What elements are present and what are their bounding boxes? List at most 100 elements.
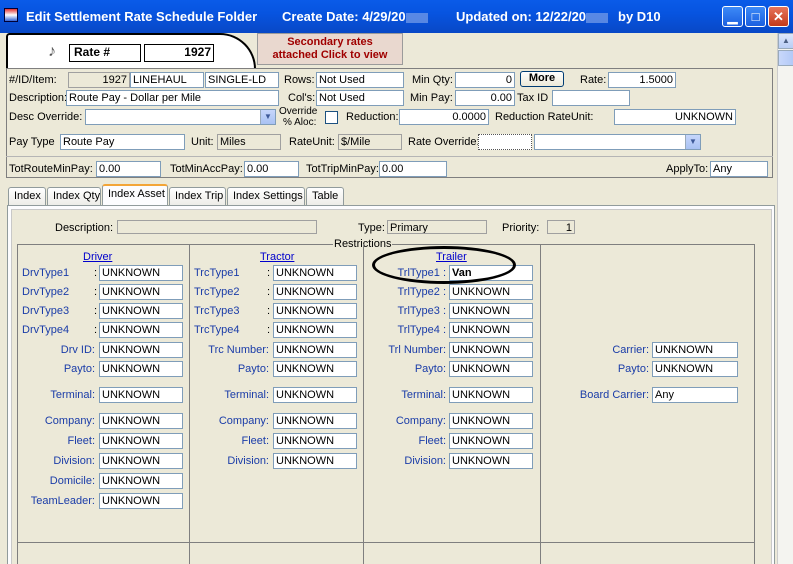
override-aloc-checkbox[interactable] [325, 111, 338, 124]
tab-index-asset[interactable]: Index Asset [102, 184, 168, 206]
maximize-button[interactable]: □ [745, 6, 766, 27]
trc-type1-label: TrcType1 [194, 267, 240, 279]
override-label-line1: Override [279, 106, 318, 117]
tab-table[interactable]: Table [306, 187, 344, 206]
apply-to-label: ApplyTo: [666, 163, 709, 175]
carrier-payto-field[interactable]: UNKNOWN [652, 361, 738, 377]
drv-company-field[interactable]: UNKNOWN [99, 413, 183, 429]
secondary-rates-line2: attached Click to view [272, 49, 388, 61]
tot-min-acc-pay-field[interactable]: 0.00 [244, 161, 299, 177]
restrictions-frame-top-left [17, 244, 333, 245]
title-bar[interactable]: Edit Settlement Rate Schedule Folder Cre… [0, 0, 793, 33]
trl-terminal-field[interactable]: UNKNOWN [449, 387, 533, 403]
drv-teamleader-field[interactable]: UNKNOWN [99, 493, 183, 509]
scroll-up-arrow-icon[interactable]: ▲ [778, 33, 793, 49]
drv-type2-field[interactable]: UNKNOWN [99, 284, 183, 300]
drv-terminal-label: Terminal: [50, 389, 95, 401]
trc-number-field[interactable]: UNKNOWN [273, 342, 357, 358]
min-qty-field[interactable]: 0 [455, 72, 515, 88]
close-button[interactable]: ✕ [768, 6, 789, 27]
trc-type2-field[interactable]: UNKNOWN [273, 284, 357, 300]
restrictions-frame-top-right [392, 244, 754, 245]
minimize-button[interactable]: ▁ [722, 6, 743, 27]
drv-type3-field[interactable]: UNKNOWN [99, 303, 183, 319]
unit-label: Unit: [191, 136, 214, 148]
trc-payto-field[interactable]: UNKNOWN [273, 361, 357, 377]
tax-id-field[interactable] [552, 90, 630, 106]
id-number-field: 1927 [68, 72, 130, 88]
tot-trip-min-pay-field[interactable]: 0.00 [379, 161, 447, 177]
carrier-field[interactable]: UNKNOWN [652, 342, 738, 358]
trc-type1-field[interactable]: UNKNOWN [273, 265, 357, 281]
trl-type2-field[interactable]: UNKNOWN [449, 284, 533, 300]
rate-override-field[interactable] [478, 134, 532, 150]
trc-fleet-field[interactable]: UNKNOWN [273, 433, 357, 449]
drv-id-field[interactable]: UNKNOWN [99, 342, 183, 358]
item-field[interactable]: SINGLE-LD [205, 72, 279, 88]
trc-terminal-field[interactable]: UNKNOWN [273, 387, 357, 403]
override-aloc-label: Override% Aloc: [279, 106, 317, 128]
trl-payto-field[interactable]: UNKNOWN [449, 361, 533, 377]
cols-field[interactable]: Not Used [316, 90, 404, 106]
trc-type1-sep: : [267, 267, 271, 279]
drv-type1-field[interactable]: UNKNOWN [99, 265, 183, 281]
trc-payto-label: Payto: [237, 363, 269, 375]
trc-type3-field[interactable]: UNKNOWN [273, 303, 357, 319]
more-button[interactable]: More [520, 71, 564, 87]
tot-route-min-pay-field[interactable]: 0.00 [96, 161, 161, 177]
scroll-thumb[interactable] [778, 50, 793, 66]
pay-type-field[interactable]: Route Pay [60, 134, 185, 150]
chevron-down-icon[interactable]: ▼ [260, 110, 275, 124]
trl-number-label: Trl Number: [388, 344, 446, 356]
min-pay-field[interactable]: 0.00 [455, 90, 515, 106]
drv-fleet-field[interactable]: UNKNOWN [99, 433, 183, 449]
drv-domicile-field[interactable]: UNKNOWN [99, 473, 183, 489]
tab-index[interactable]: Index [8, 187, 46, 206]
divider [6, 156, 773, 157]
drv-terminal-field[interactable]: UNKNOWN [99, 387, 183, 403]
trl-type4-field[interactable]: UNKNOWN [449, 322, 533, 338]
app-icon[interactable] [4, 8, 18, 22]
tot-trip-min-pay-label: TotTripMinPay: [306, 163, 379, 175]
chevron-down-icon[interactable]: ▼ [685, 135, 700, 149]
trl-number-field[interactable]: UNKNOWN [449, 342, 533, 358]
trc-type4-field[interactable]: UNKNOWN [273, 322, 357, 338]
highlight-ellipse [372, 246, 516, 284]
drv-payto-field[interactable]: UNKNOWN [99, 361, 183, 377]
min-qty-label: Min Qty: [412, 74, 453, 86]
drv-type2-label: DrvType2 [22, 286, 70, 298]
rows-field[interactable]: Not Used [316, 72, 404, 88]
id-code-field[interactable]: LINEHAUL [130, 72, 204, 88]
rate-number-field[interactable]: 1927 [144, 44, 214, 62]
description-field[interactable]: Route Pay - Dollar per Mile [66, 90, 279, 106]
rate-field[interactable]: 1.5000 [608, 72, 676, 88]
apply-to-field[interactable]: Any [710, 161, 768, 177]
trc-division-field[interactable]: UNKNOWN [273, 453, 357, 469]
trl-type3-field[interactable]: UNKNOWN [449, 303, 533, 319]
music-note-icon: ♪ [48, 43, 56, 60]
trc-company-field[interactable]: UNKNOWN [273, 413, 357, 429]
tractor-heading[interactable]: Tractor [260, 251, 294, 263]
drv-division-field[interactable]: UNKNOWN [99, 453, 183, 469]
trl-type3-label: TrlType3 : [397, 305, 447, 317]
trl-terminal-label: Terminal: [401, 389, 446, 401]
tab-index-trip[interactable]: Index Trip [169, 187, 226, 206]
driver-heading[interactable]: Driver [83, 251, 112, 263]
secondary-rates-button[interactable]: Secondary rates attached Click to view [257, 33, 403, 65]
drv-type4-field[interactable]: UNKNOWN [99, 322, 183, 338]
tab-index-settings[interactable]: Index Settings [227, 187, 305, 206]
board-carrier-field[interactable]: Any [652, 387, 738, 403]
reduction-rate-unit-field[interactable]: UNKNOWN [614, 109, 736, 125]
tab-index-qty[interactable]: Index Qty [47, 187, 101, 206]
trl-company-field[interactable]: UNKNOWN [449, 413, 533, 429]
window-title: Edit Settlement Rate Schedule Folder [26, 9, 258, 24]
trl-fleet-field[interactable]: UNKNOWN [449, 433, 533, 449]
desc-override-dropdown[interactable]: ▼ [85, 109, 276, 125]
reduction-field[interactable]: 0.0000 [399, 109, 489, 125]
vertical-scrollbar[interactable]: ▲ [777, 33, 793, 564]
trl-division-field[interactable]: UNKNOWN [449, 453, 533, 469]
drv-payto-label: Payto: [63, 363, 95, 375]
rate-override-dropdown[interactable]: ▼ [534, 134, 701, 150]
asset-description-label: Description: [55, 222, 114, 234]
id-item-label: #/ID/Item: [9, 74, 57, 86]
